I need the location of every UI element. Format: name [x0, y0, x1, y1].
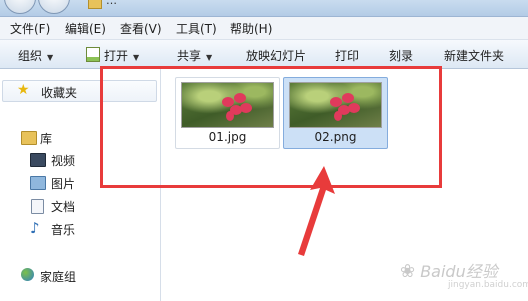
sidebar-item-pictures[interactable]: 图片	[51, 175, 75, 192]
menu-file[interactable]: 文件(F)	[8, 20, 52, 37]
menu-help[interactable]: 帮助(H)	[228, 20, 274, 37]
watermark-text: Baidu经验	[420, 262, 498, 281]
document-icon	[31, 199, 44, 214]
forward-button[interactable]	[38, 0, 70, 14]
chevron-down-icon: ▼	[133, 53, 140, 62]
share-label: 共享	[177, 49, 202, 63]
star-icon: ★	[17, 82, 30, 98]
open-label: 打开	[104, 49, 129, 63]
homegroup-icon	[21, 268, 34, 281]
burn-button[interactable]: 刻录	[389, 47, 413, 64]
homegroup-label[interactable]: 家庭组	[40, 268, 76, 285]
video-icon	[30, 153, 46, 167]
share-button[interactable]: 共享 ▼	[177, 47, 212, 64]
slideshow-button[interactable]: 放映幻灯片	[246, 47, 306, 64]
open-button[interactable]: 打开 ▼	[86, 47, 139, 64]
watermark: ❀ Baidu经验 jingyan.baidu.com	[400, 258, 528, 290]
paw-icon: ❀	[400, 261, 416, 282]
menu-bar: 文件(F) 编辑(E) 查看(V) 工具(T) 帮助(H)	[0, 17, 528, 40]
menu-tools[interactable]: 工具(T)	[174, 20, 219, 37]
open-icon	[86, 47, 100, 62]
command-bar: 组织 ▼ 打开 ▼ 共享 ▼ 放映幻灯片 打印 刻录 新建文件夹	[0, 40, 528, 69]
annotation-arrow	[298, 166, 335, 256]
picture-icon	[30, 176, 46, 190]
menu-view[interactable]: 查看(V)	[118, 20, 164, 37]
new-folder-button[interactable]: 新建文件夹	[444, 47, 504, 64]
music-icon: ♪	[30, 219, 40, 237]
sidebar-item-music[interactable]: 音乐	[51, 221, 75, 238]
chevron-down-icon: ▼	[47, 53, 54, 62]
title-bar: …	[0, 0, 528, 17]
chevron-down-icon: ▼	[206, 53, 213, 62]
print-button[interactable]: 打印	[335, 47, 359, 64]
annotation-box	[100, 66, 442, 188]
sidebar-item-video[interactable]: 视频	[51, 152, 75, 169]
menu-edit[interactable]: 编辑(E)	[63, 20, 108, 37]
favorites-label: 收藏夹	[41, 86, 78, 100]
back-button[interactable]	[4, 0, 36, 14]
library-label[interactable]: 库	[40, 130, 52, 147]
folder-icon	[88, 0, 102, 9]
library-icon	[21, 131, 37, 145]
window-title: …	[106, 0, 117, 7]
organize-button[interactable]: 组织 ▼	[18, 47, 53, 64]
watermark-sub: jingyan.baidu.com	[448, 280, 528, 290]
sidebar-item-documents[interactable]: 文档	[51, 198, 75, 215]
organize-label: 组织	[18, 49, 43, 63]
